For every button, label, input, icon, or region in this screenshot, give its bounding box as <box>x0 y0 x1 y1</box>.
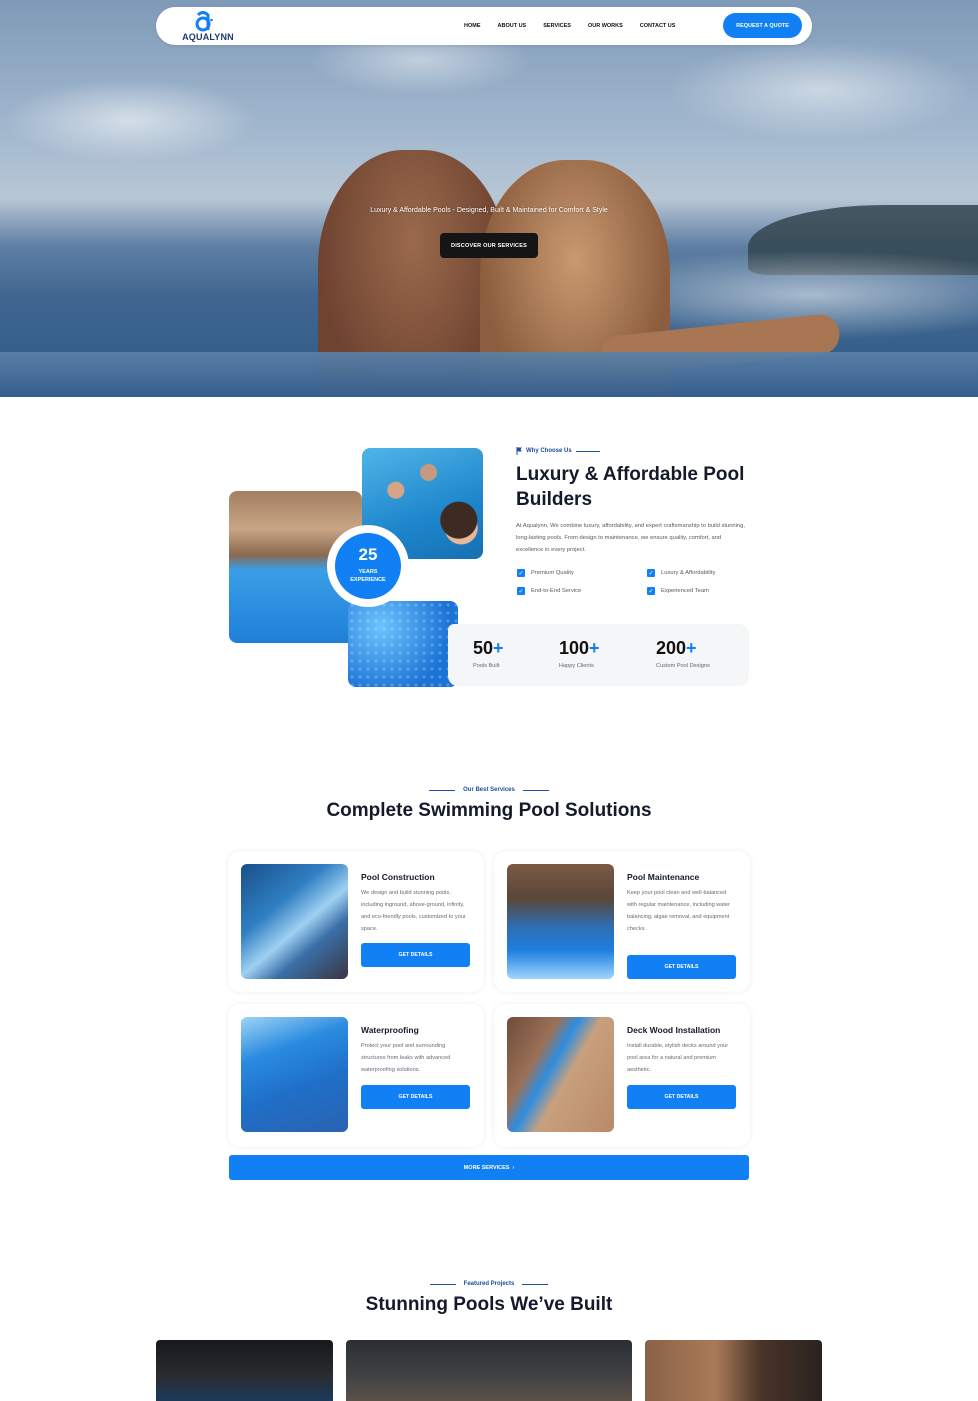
nav-contact-us[interactable]: CONTACT US <box>640 23 676 29</box>
eyebrow-line <box>522 1283 549 1285</box>
pool-construction-image <box>241 864 348 979</box>
arrow-right-icon: › <box>512 1164 515 1171</box>
service-description: We design and build stunning pools, incl… <box>361 890 466 932</box>
feature-end-to-end-service: ✓ End-to-End Service <box>517 587 581 595</box>
why-description: At Aqualynn, We combine luxury, affordab… <box>516 523 745 553</box>
stats-panel: 50+ Pools Built 100+ Happy Clients 200+ … <box>448 624 749 686</box>
nav-home[interactable]: HOME <box>464 23 481 29</box>
why-eyebrow: Why Choose Us <box>516 447 600 455</box>
logo[interactable]: AQUALYNN <box>178 10 238 42</box>
stat-number: 200+ <box>656 638 697 658</box>
request-quote-button[interactable]: REQUEST A QUOTE <box>723 13 802 38</box>
services-eyebrow-label: Our Best Services <box>463 787 515 793</box>
years-label: YEARS EXPERIENCE <box>335 568 401 584</box>
hero-tagline: Luxury & Affordable Pools - Designed, Bu… <box>370 207 608 214</box>
feature-premium-quality: ✓ Premium Quality <box>517 569 574 577</box>
feature-label: Premium Quality <box>531 570 574 576</box>
years-number: 25 <box>358 545 378 564</box>
stat-number: 100+ <box>559 638 600 658</box>
why-eyebrow-label: Why Choose Us <box>526 448 572 454</box>
stat-label: Happy Clients <box>559 663 594 669</box>
eyebrow-line <box>522 789 549 791</box>
more-services-label: MORE SERVICES <box>463 1164 510 1171</box>
services-eyebrow: Our Best Services <box>0 787 978 793</box>
checkbox-icon: ✓ <box>517 587 525 595</box>
flag-icon <box>516 447 522 455</box>
stat-custom-designs: 200+ Custom Pool Designs <box>656 638 710 669</box>
project-image-3[interactable] <box>645 1340 822 1401</box>
eyebrow-line <box>429 1283 456 1285</box>
checkbox-icon: ✓ <box>517 569 525 577</box>
service-title: Pool Construction <box>361 872 435 882</box>
service-card-pool-maintenance: Pool Maintenance Keep your pool clean an… <box>494 851 750 992</box>
service-title: Waterproofing <box>361 1025 419 1035</box>
stat-happy-clients: 100+ Happy Clients <box>559 638 600 669</box>
project-image-1[interactable] <box>156 1340 333 1401</box>
service-description: Keep your pool clean and well-balanced w… <box>627 890 730 932</box>
projects-title: Stunning Pools We’ve Built <box>365 1294 613 1315</box>
projects-eyebrow: Featured Projects <box>0 1281 978 1287</box>
years-label-line1: YEARS <box>358 569 378 575</box>
service-title: Deck Wood Installation <box>627 1025 721 1035</box>
discover-services-button[interactable]: DISCOVER OUR SERVICES <box>440 233 538 258</box>
service-card-pool-construction: Pool Construction We design and build st… <box>228 851 484 992</box>
top-navbar: AQUALYNN HOME ABOUT US SERVICES OUR WORK… <box>156 7 812 45</box>
feature-experienced-team: ✓ Experienced Team <box>647 587 709 595</box>
nav-about-us[interactable]: ABOUT US <box>498 23 527 29</box>
logo-text: AQUALYNN <box>182 32 234 42</box>
service-description: Protect your pool and surrounding struct… <box>361 1043 451 1073</box>
waterproofing-image <box>241 1017 348 1132</box>
feature-label: Luxury & Affordability <box>661 570 716 576</box>
get-details-button[interactable]: GET DETAILS <box>361 1085 470 1109</box>
services-title: Complete Swimming Pool Solutions <box>326 800 652 821</box>
logo-mark-icon <box>195 11 213 32</box>
feature-label: Experienced Team <box>661 588 709 594</box>
nav-our-works[interactable]: OUR WORKS <box>588 23 623 29</box>
stat-pools-built: 50+ Pools Built <box>473 638 504 669</box>
checkbox-icon: ✓ <box>647 587 655 595</box>
swimmer-pool-image <box>348 601 458 687</box>
feature-label: End-to-End Service <box>531 588 582 594</box>
get-details-button[interactable]: GET DETAILS <box>361 943 470 967</box>
stat-label: Custom Pool Designs <box>656 663 710 669</box>
get-details-button[interactable]: GET DETAILS <box>627 955 736 979</box>
feature-luxury-affordability: ✓ Luxury & Affordability <box>647 569 715 577</box>
more-services-button[interactable]: MORE SERVICES › <box>229 1155 749 1180</box>
eyebrow-line <box>429 789 456 791</box>
get-details-button[interactable]: GET DETAILS <box>627 1085 736 1109</box>
years-experience-badge: 25 YEARS EXPERIENCE <box>335 533 401 599</box>
years-label-line2: EXPERIENCE <box>350 577 386 583</box>
projects-eyebrow-label: Featured Projects <box>463 1281 515 1287</box>
why-title: Luxury & Affordable Pool Builders <box>516 464 745 510</box>
stat-number: 50+ <box>473 638 504 658</box>
pool-maintenance-image <box>507 864 614 979</box>
checkbox-icon: ✓ <box>647 569 655 577</box>
hero-water <box>0 352 978 397</box>
service-card-deck-wood: Deck Wood Installation Install durable, … <box>494 1004 750 1147</box>
project-image-2[interactable] <box>346 1340 632 1401</box>
service-description: Install durable, stylish decks around yo… <box>627 1043 729 1073</box>
service-title: Pool Maintenance <box>627 872 700 882</box>
eyebrow-line <box>575 450 600 452</box>
hero-section: Luxury & Affordable Pools - Designed, Bu… <box>0 0 978 397</box>
nav-links: HOME ABOUT US SERVICES OUR WORKS CONTACT… <box>464 7 692 45</box>
deck-wood-image <box>507 1017 614 1132</box>
nav-services[interactable]: SERVICES <box>543 23 571 29</box>
stat-label: Pools Built <box>473 663 500 669</box>
service-card-waterproofing: Waterproofing Protect your pool and surr… <box>228 1004 484 1147</box>
